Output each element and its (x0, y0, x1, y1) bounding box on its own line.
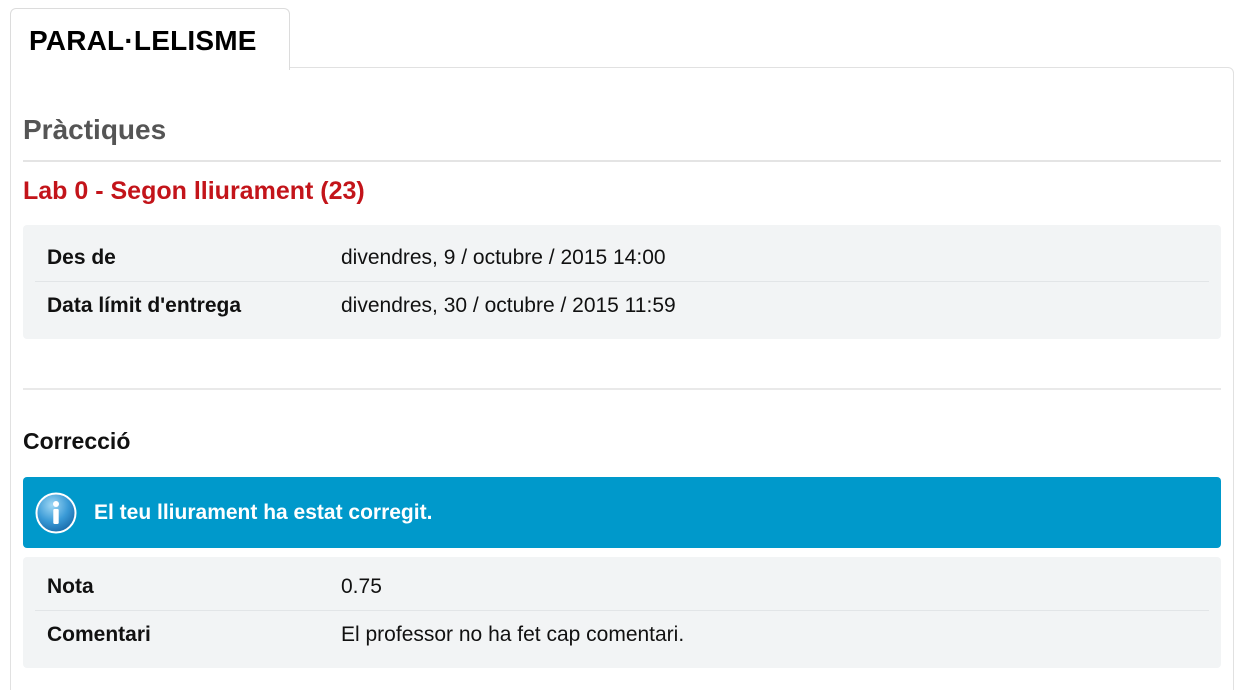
tab-course[interactable]: PARAL·LELISME (10, 8, 290, 70)
tab-course-label: PARAL·LELISME (29, 25, 257, 56)
start-date-value: divendres, 9 / octubre / 2015 14:00 (341, 245, 666, 269)
grade-table: Nota 0.75 Comentari El professor no ha f… (23, 557, 1221, 668)
deadline-label: Data límit d'entrega (47, 293, 242, 317)
comment-row: Comentari El professor no ha fet cap com… (23, 611, 1221, 658)
assignment-page: PARAL·LELISME Pràctiques Lab 0 - Segon l… (0, 0, 1246, 690)
info-icon (35, 492, 77, 534)
grade-label: Nota (47, 574, 94, 598)
grade-value: 0.75 (341, 574, 382, 598)
date-row-start: Des de divendres, 9 / octubre / 2015 14:… (23, 234, 1221, 281)
correction-title: Correcció (23, 428, 131, 454)
divider (23, 388, 1221, 390)
assignment-title: Lab 0 - Segon lliurament (23) (23, 177, 365, 205)
graded-alert: El teu lliurament ha estat corregit. (23, 477, 1221, 548)
divider (23, 160, 1221, 162)
dates-table: Des de divendres, 9 / octubre / 2015 14:… (23, 225, 1221, 339)
grade-row: Nota 0.75 (23, 563, 1221, 610)
comment-value: El professor no ha fet cap comentari. (341, 622, 685, 646)
deadline-value: divendres, 30 / octubre / 2015 11:59 (341, 293, 676, 317)
date-row-deadline: Data límit d'entrega divendres, 30 / oct… (23, 282, 1221, 329)
comment-label: Comentari (47, 622, 151, 646)
section-title: Pràctiques (23, 114, 167, 145)
start-date-label: Des de (47, 245, 116, 269)
graded-alert-text: El teu lliurament ha estat corregit. (94, 500, 433, 524)
